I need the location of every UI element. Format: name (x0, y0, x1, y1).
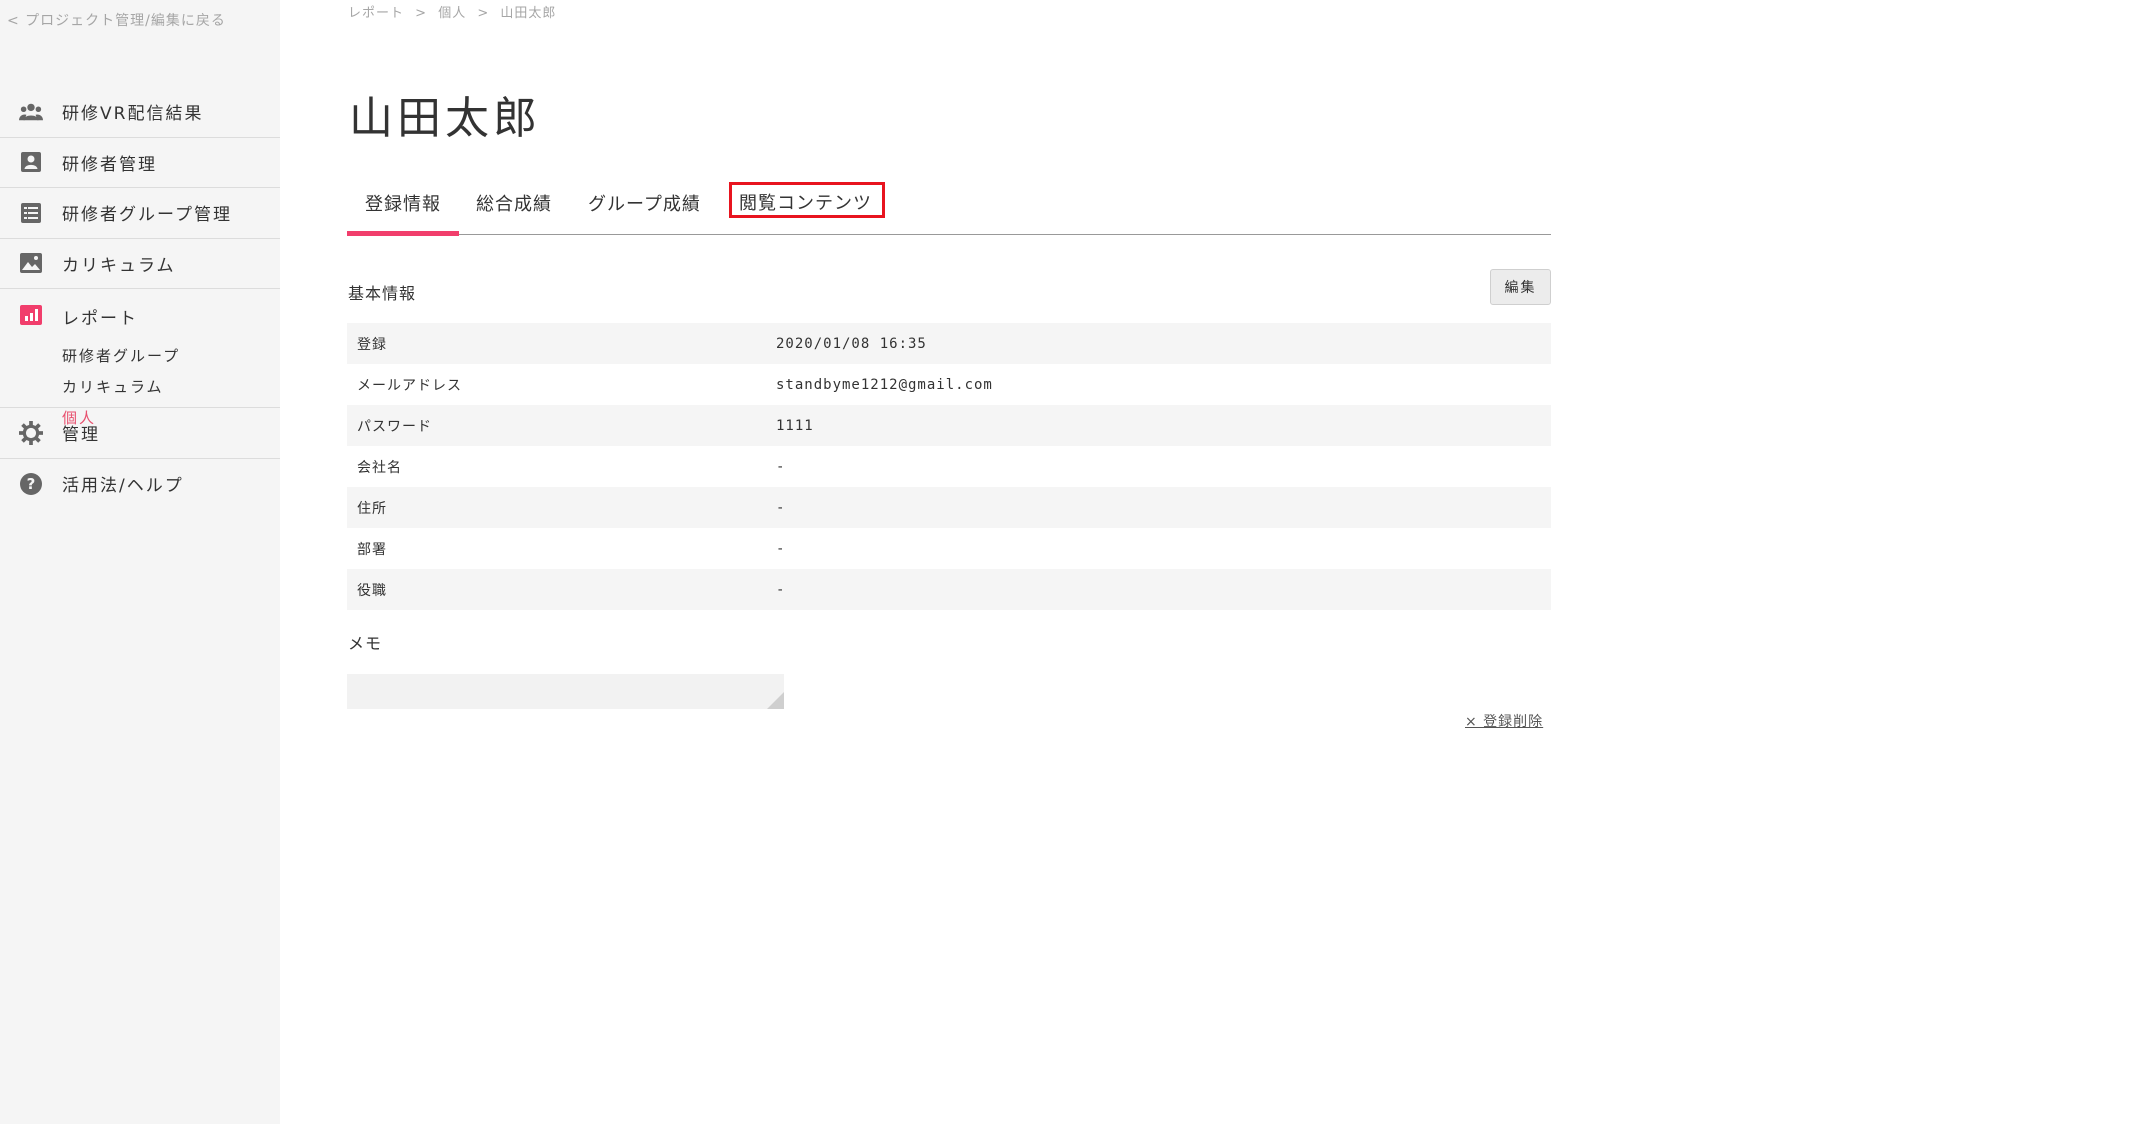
basic-info-table: 登録 2020/01/08 16:35 メールアドレス standbyme121… (347, 323, 1551, 610)
table-row: 住所 - (347, 487, 1551, 528)
sidebar-item-label: 活用法/ヘルプ (62, 476, 184, 497)
tab-group-results[interactable]: グループ成績 (588, 182, 701, 234)
row-key: 登録 (357, 336, 387, 353)
sidebar-item-vr-results[interactable]: 研修VR配信結果 (0, 87, 280, 138)
row-value: - (776, 581, 786, 598)
table-row: メールアドレス standbyme1212@gmail.com (347, 364, 1551, 405)
tab-bar: 登録情報 総合成績 グループ成績 閲覧コンテンツ (347, 182, 1551, 236)
sidebar-item-label: 研修者管理 (62, 154, 157, 175)
sidebar-nav: 研修VR配信結果 研修者管理 研修者グループ管理 カリキュラム レポート 研修者… (0, 87, 280, 509)
svg-text:?: ? (27, 475, 36, 493)
sidebar-item-label: カリキュラム (62, 255, 176, 276)
table-row: パスワード 1111 (347, 405, 1551, 446)
row-key: パスワード (357, 418, 432, 435)
delete-registration-link[interactable]: × 登録削除 (1465, 711, 1543, 731)
users-icon (19, 100, 43, 124)
edit-button[interactable]: 編集 (1490, 269, 1551, 305)
submenu-item-trainee-group[interactable]: 研修者グループ (62, 345, 180, 376)
row-key: 役職 (357, 582, 387, 599)
sidebar-item-help[interactable]: ? 活用法/ヘルプ (0, 459, 280, 510)
table-row: 登録 2020/01/08 16:35 (347, 323, 1551, 364)
sidebar-item-trainee-management[interactable]: 研修者管理 (0, 138, 280, 188)
image-icon (19, 251, 43, 275)
row-value: standbyme1212@gmail.com (776, 376, 993, 393)
row-value: - (776, 499, 786, 516)
row-value: 2020/01/08 16:35 (776, 335, 927, 352)
row-key: メールアドレス (357, 377, 462, 394)
basic-info-title: 基本情報 (348, 284, 417, 303)
sidebar-item-label: 研修者グループ管理 (62, 205, 232, 226)
table-row: 会社名 - (347, 446, 1551, 487)
row-value: - (776, 540, 786, 557)
sidebar: < プロジェクト管理/編集に戻る 研修VR配信結果 研修者管理 研修者グループ管… (0, 0, 280, 1124)
table-row: 役職 - (347, 569, 1551, 610)
list-icon (19, 201, 43, 225)
tab-overall-results[interactable]: 総合成績 (476, 182, 552, 234)
gear-icon (19, 420, 43, 445)
row-key: 住所 (357, 500, 387, 517)
back-to-project-link[interactable]: < プロジェクト管理/編集に戻る (7, 10, 226, 30)
breadcrumb-item-report[interactable]: レポート (348, 6, 404, 21)
row-key: 部署 (357, 541, 387, 558)
breadcrumb-item-current: 山田太郎 (500, 6, 557, 21)
sidebar-item-group-management[interactable]: 研修者グループ管理 (0, 188, 280, 239)
row-value: - (776, 458, 786, 475)
memo-label: メモ (348, 634, 383, 653)
breadcrumb: レポート > 個人 > 山田太郎 (348, 2, 562, 21)
bar-chart-icon (19, 303, 43, 327)
tab-registration-info[interactable]: 登録情報 (347, 182, 459, 236)
sidebar-item-label: 研修VR配信結果 (62, 104, 204, 125)
page-title: 山田太郎 (349, 93, 541, 144)
sidebar-item-admin[interactable]: 管理 (0, 408, 280, 459)
sidebar-item-report[interactable]: レポート 研修者グループ カリキュラム 個人 (0, 289, 280, 427)
resize-handle-icon[interactable] (767, 692, 784, 709)
row-key: 会社名 (357, 459, 402, 476)
sidebar-item-curriculum[interactable]: カリキュラム (0, 239, 280, 289)
breadcrumb-separator: > (477, 6, 490, 21)
memo-textarea[interactable] (347, 674, 784, 709)
breadcrumb-item-individual[interactable]: 個人 (438, 6, 466, 21)
table-row: 部署 - (347, 528, 1551, 569)
sidebar-item-label: 管理 (62, 425, 100, 446)
help-icon: ? (19, 472, 43, 496)
submenu-item-curriculum[interactable]: カリキュラム (62, 376, 180, 407)
sidebar-item-label: レポート (62, 309, 138, 329)
breadcrumb-separator: > (415, 6, 428, 21)
row-value: 1111 (776, 417, 814, 434)
person-card-icon (19, 150, 43, 174)
tab-viewed-contents[interactable]: 閲覧コンテンツ (729, 182, 885, 218)
